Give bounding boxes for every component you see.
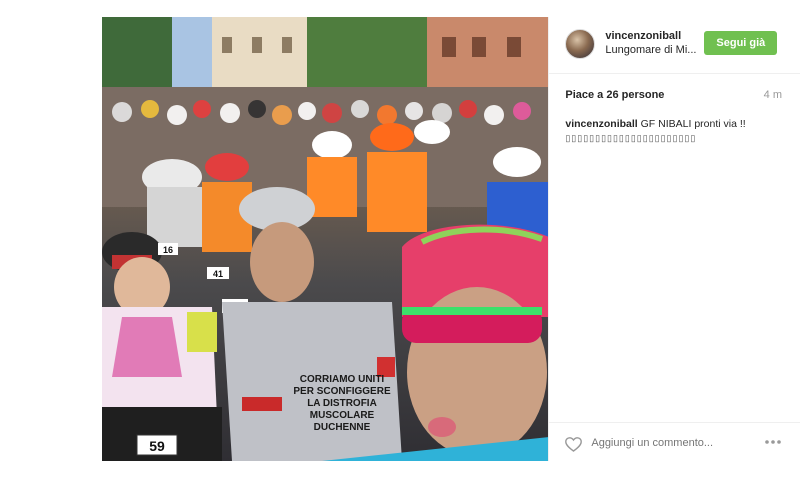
post-time[interactable]: 4 m <box>764 89 782 101</box>
post-location[interactable]: Lungomare di Mi... <box>605 44 696 56</box>
caption-text: GF NIBALI pronti via !! <box>640 118 746 130</box>
follow-button[interactable]: Segui già <box>704 31 778 55</box>
post-header: vincenzoniball Lungomare di Mi... Segui … <box>549 17 800 74</box>
shirt-text-line5: DUCHENNE <box>314 422 371 433</box>
post-caption: vincenzoniball GF NIBALI pronti via !! ▯… <box>565 117 785 145</box>
shirt-text-line3: LA DISTROFIA <box>307 398 377 409</box>
caption-emoji: ▯▯▯▯▯▯▯▯▯▯▯▯▯▯▯▯▯▯▯▯▯▯ <box>565 133 697 143</box>
race-number-59: 59 <box>149 438 165 454</box>
likes-count[interactable]: Piace a 26 persone <box>565 89 664 101</box>
caption-username[interactable]: vincenzoniball <box>565 118 637 130</box>
heart-icon[interactable] <box>565 437 583 452</box>
backdrop <box>0 0 102 484</box>
post-username[interactable]: vincenzoniball <box>605 30 681 42</box>
post-modal: 59 36 41 16 CORRIAMO UNITI PER SCONFIGGE… <box>102 17 800 461</box>
comment-input[interactable] <box>591 435 742 451</box>
comment-bar <box>549 422 800 462</box>
race-number-41: 41 <box>213 269 223 279</box>
backdrop-bottom <box>0 461 800 484</box>
shirt-text-line1: CORRIAMO UNITI <box>300 374 385 385</box>
more-icon[interactable] <box>764 439 782 445</box>
post-side-panel: vincenzoniball Lungomare di Mi... Segui … <box>548 17 800 461</box>
race-number-16: 16 <box>163 245 173 255</box>
shirt-text-line4: MUSCOLARE <box>310 410 375 421</box>
post-photo: 59 36 41 16 CORRIAMO UNITI PER SCONFIGGE… <box>102 17 549 461</box>
shirt-text-line2: PER SCONFIGGERE <box>293 386 391 397</box>
avatar[interactable] <box>565 29 596 59</box>
